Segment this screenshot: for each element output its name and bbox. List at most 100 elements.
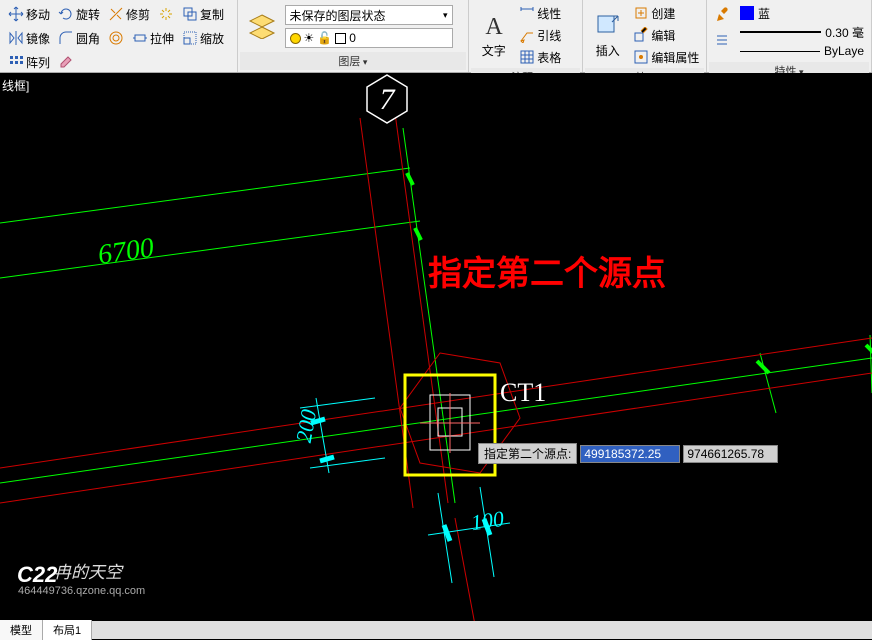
lineweight-dropdown[interactable]: 0.30 毫 [737, 23, 867, 41]
panel-layers-label[interactable]: 图层 [240, 52, 467, 70]
watermark: 冉的天空 464449736.qzone.qq.com [18, 558, 145, 597]
list-props-button[interactable] [711, 29, 733, 51]
tool-editprops[interactable]: 编辑属性 [630, 46, 702, 68]
tool-extra3[interactable] [55, 51, 77, 73]
ct1-tag: CT1 [500, 378, 546, 408]
panel-layers: 未保存的图层状态 ☀ 🔓 0 图层 [238, 0, 470, 72]
panel-modify: 移动 旋转 修剪 复制 镜像 圆角 拉伸 缩放 阵列 修改 [0, 0, 238, 72]
tool-move-label: 移动 [26, 6, 50, 23]
color-name: 蓝 [758, 5, 770, 22]
insert-label: 插入 [596, 42, 620, 59]
match-props-button[interactable] [711, 4, 733, 26]
tool-stretch[interactable]: 拉伸 [129, 27, 177, 49]
tab-layout1[interactable]: 布局1 [43, 620, 92, 640]
move-icon [8, 6, 24, 22]
tool-rotate[interactable]: 旋转 [55, 3, 103, 25]
stretch-icon [132, 30, 148, 46]
tool-array-label: 阵列 [26, 54, 50, 71]
create-label: 创建 [651, 5, 675, 22]
linear-label: 线性 [537, 5, 561, 22]
layout-tabs: 模型 布局1 [0, 621, 872, 639]
watermark-url: 464449736.qzone.qq.com [18, 585, 145, 597]
tool-mirror-label: 镜像 [26, 30, 50, 47]
text-label: 文字 [482, 42, 506, 59]
tool-leader[interactable]: 引线 [516, 24, 564, 46]
fillet-icon [58, 30, 74, 46]
tool-extra1[interactable] [155, 3, 177, 25]
tool-trim-label: 修剪 [126, 6, 150, 23]
annotation-red-text: 指定第二个源点 [428, 246, 666, 295]
color-swatch [335, 33, 346, 44]
table-icon [519, 49, 535, 65]
coord-input-x[interactable] [580, 445, 680, 463]
panel-properties: 蓝 0.30 毫 ByLaye 特性 [707, 0, 872, 72]
list-icon [714, 32, 730, 48]
tab-model[interactable]: 模型 [0, 620, 43, 640]
text-button[interactable]: A 文字 [471, 2, 516, 68]
layer-current-dropdown[interactable]: ☀ 🔓 0 [285, 28, 453, 48]
tool-rotate-label: 旋转 [76, 6, 100, 23]
lineweight-preview [740, 31, 821, 33]
erase-icon [58, 54, 74, 70]
edit-label: 编辑 [651, 27, 675, 44]
tool-mirror[interactable]: 镜像 [5, 27, 53, 49]
linetype-preview [740, 51, 820, 52]
panel-block: 插入 创建 编辑 编辑属性 块 [583, 0, 707, 72]
leader-icon [519, 27, 535, 43]
mirror-icon [8, 30, 24, 46]
tool-edit[interactable]: 编辑 [630, 24, 702, 46]
tool-copy[interactable]: 复制 [179, 3, 227, 25]
editprops-label: 编辑属性 [651, 49, 699, 66]
panel-annotation: A 文字 线性 引线 表格 注释 [469, 0, 583, 72]
editprops-icon [633, 49, 649, 65]
svg-text:A: A [485, 14, 503, 40]
color-dropdown[interactable]: 蓝 [737, 4, 867, 22]
insert-button[interactable]: 插入 [585, 2, 630, 68]
lineweight-value: 0.30 毫 [825, 24, 864, 41]
tool-create[interactable]: 创建 [630, 2, 702, 24]
drawing-viewport[interactable]: 线框] [0, 73, 872, 625]
tool-array[interactable]: 阵列 [5, 51, 53, 73]
tool-scale-label: 缩放 [200, 30, 224, 47]
insert-icon [594, 12, 622, 40]
coord-input-y[interactable] [683, 445, 778, 463]
offset-icon [108, 30, 124, 46]
linetype-value: ByLaye [824, 44, 864, 58]
drawing-canvas [0, 73, 872, 625]
tool-scale[interactable]: 缩放 [179, 27, 227, 49]
scale-icon [182, 30, 198, 46]
table-label: 表格 [537, 49, 561, 66]
lightbulb-icon [290, 33, 301, 44]
tool-fillet[interactable]: 圆角 [55, 27, 103, 49]
tool-table[interactable]: 表格 [516, 46, 564, 68]
rotate-icon [58, 6, 74, 22]
watermark-name: 冉的天空 [54, 563, 122, 582]
lock-icon: 🔓 [317, 31, 332, 45]
explode-icon [158, 6, 174, 22]
tool-trim[interactable]: 修剪 [105, 3, 153, 25]
trim-icon [108, 6, 124, 22]
array-icon [8, 54, 24, 70]
leader-label: 引线 [537, 27, 561, 44]
edit-icon [633, 27, 649, 43]
layer-state-dropdown[interactable]: 未保存的图层状态 [285, 5, 453, 25]
copy-icon [182, 6, 198, 22]
linear-dim-icon [519, 5, 535, 21]
dimension-100: 100 [469, 506, 505, 536]
svg-text:7: 7 [380, 83, 397, 116]
command-prompt-label: 指定第二个源点: [478, 443, 577, 464]
tool-extra2[interactable] [105, 27, 127, 49]
ribbon: 移动 旋转 修剪 复制 镜像 圆角 拉伸 缩放 阵列 修改 未保存的图层状态 [0, 0, 872, 73]
layer-state-text: 未保存的图层状态 [290, 7, 386, 24]
layer-properties-button[interactable] [240, 2, 285, 48]
layers-icon [248, 11, 276, 39]
tool-move[interactable]: 移动 [5, 3, 53, 25]
command-tooltip: 指定第二个源点: [478, 443, 778, 464]
match-icon [714, 7, 730, 23]
linetype-dropdown[interactable]: ByLaye [737, 42, 867, 60]
sun-icon: ☀ [304, 31, 315, 45]
grid-bubble-7: 7 [363, 73, 411, 128]
text-icon: A [480, 12, 508, 40]
create-icon [633, 5, 649, 21]
tool-linear[interactable]: 线性 [516, 2, 564, 24]
